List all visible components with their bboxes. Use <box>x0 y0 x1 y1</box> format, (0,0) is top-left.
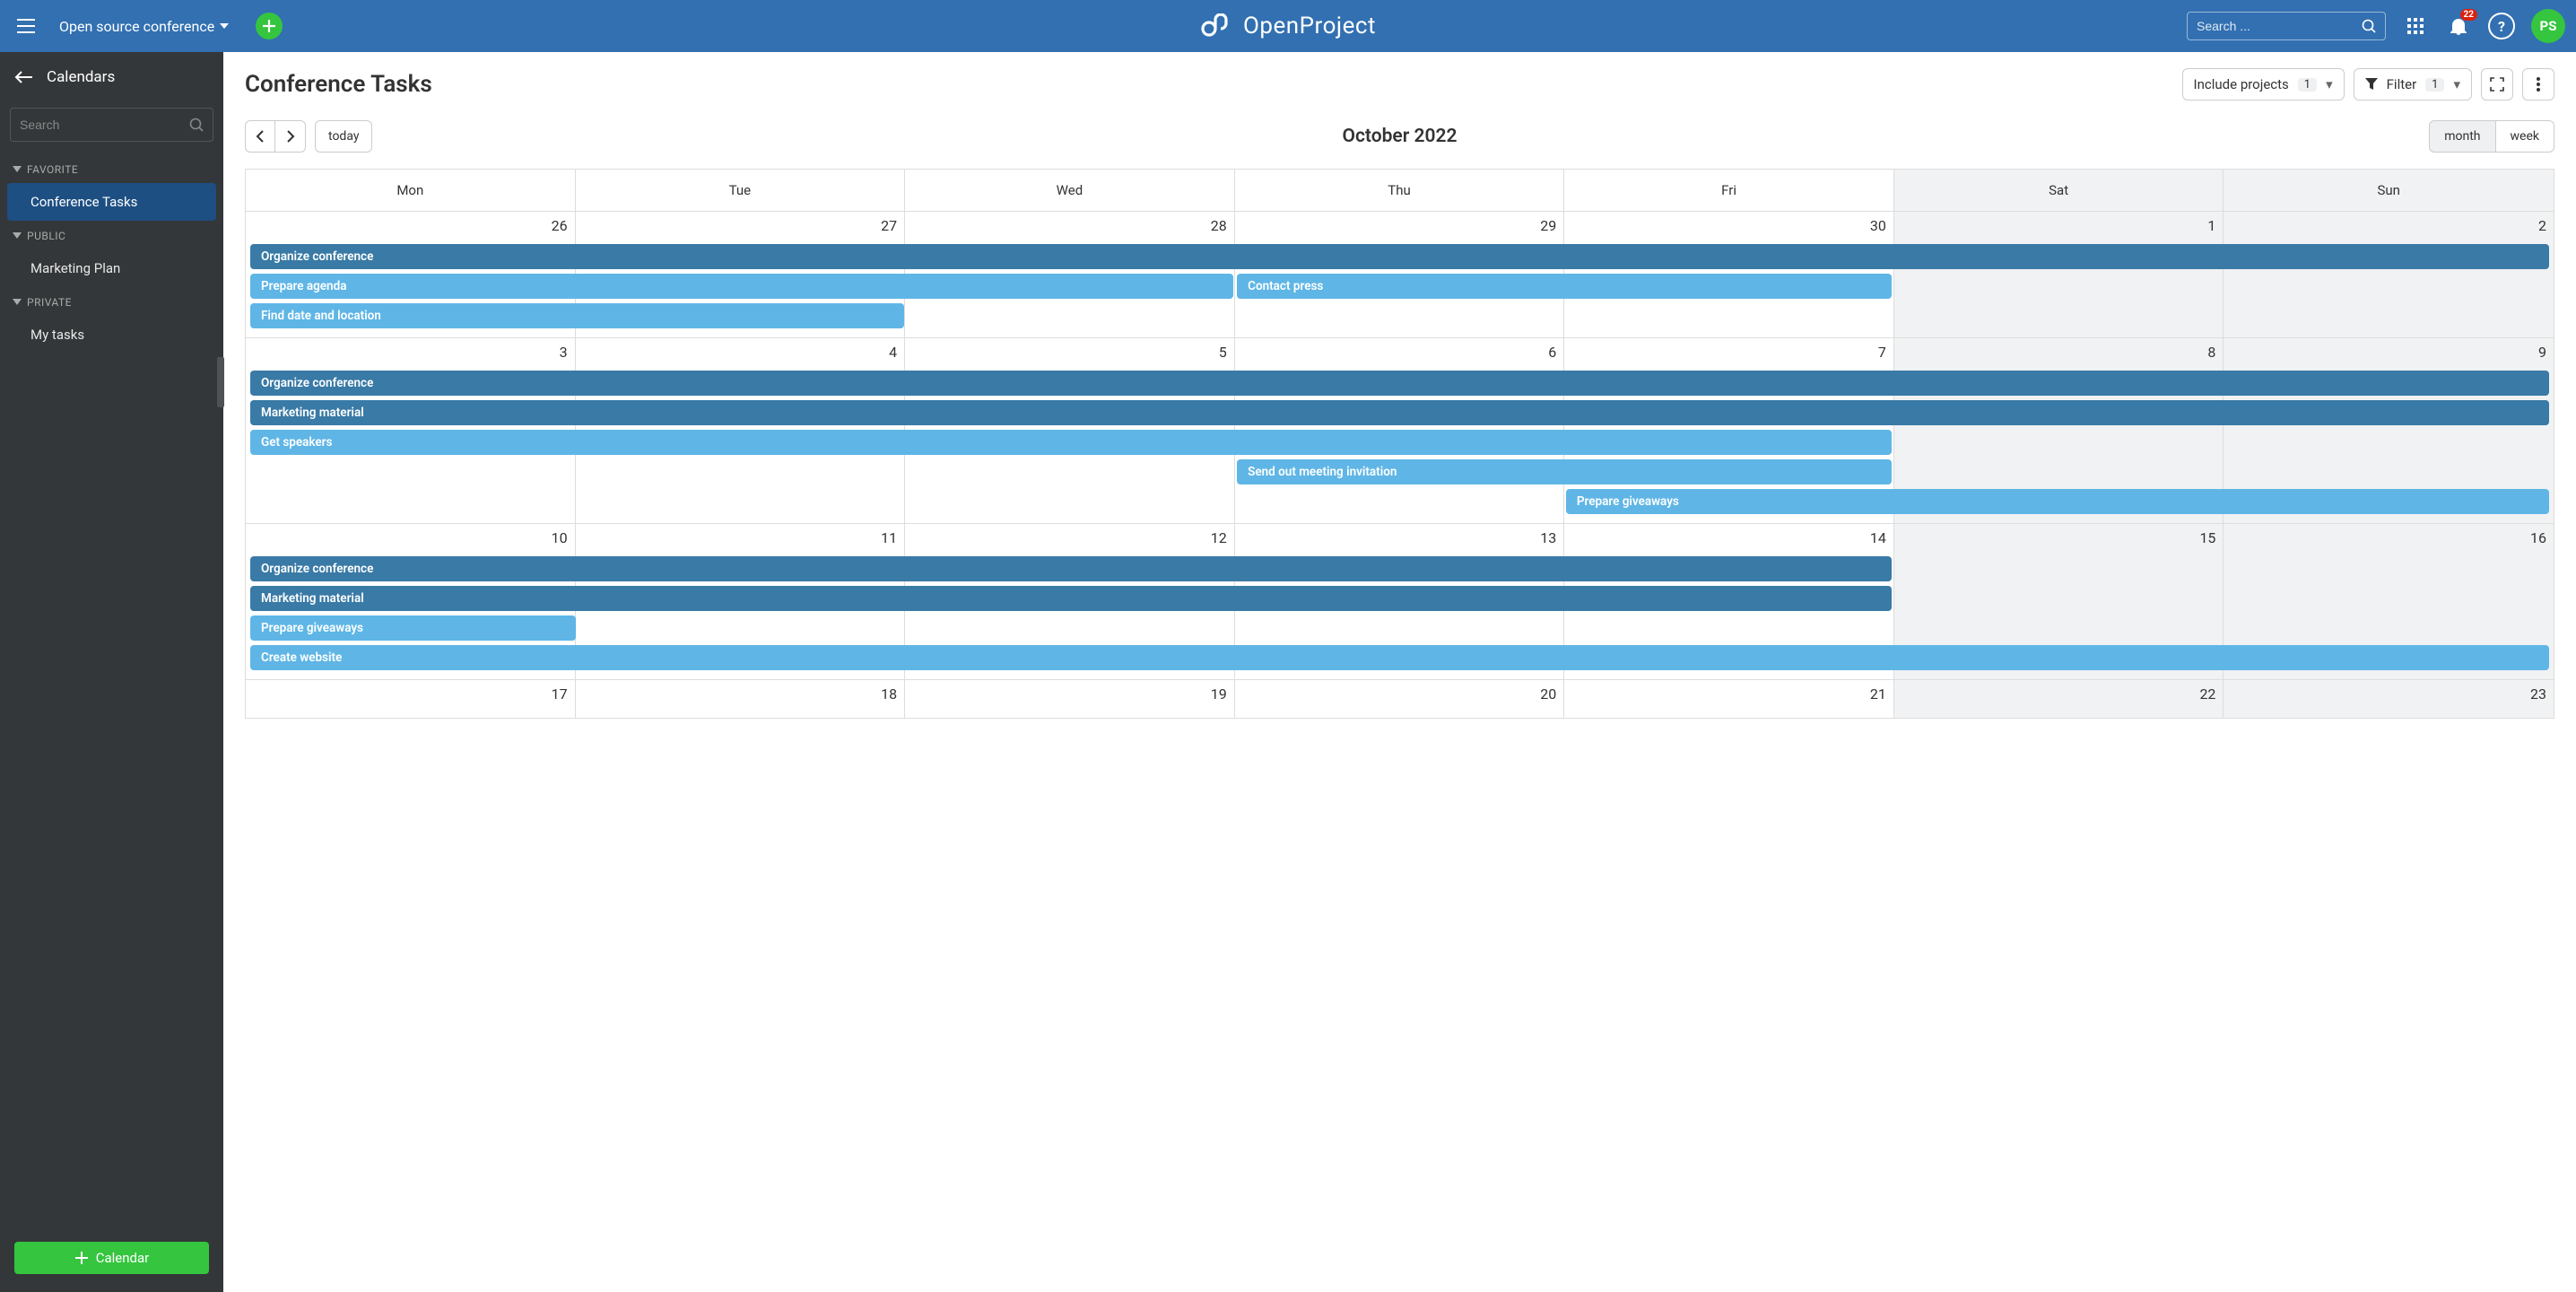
project-selector[interactable]: Open source conference <box>59 18 229 35</box>
kebab-icon <box>2537 77 2540 92</box>
menu-toggle-button[interactable] <box>11 11 41 41</box>
day-header: Sun <box>2224 170 2554 212</box>
filter-count: 1 <box>2425 78 2444 92</box>
calendar-event[interactable]: Prepare giveaways <box>250 615 576 641</box>
add-calendar-button[interactable]: Calendar <box>14 1242 209 1274</box>
global-search[interactable] <box>2187 12 2386 40</box>
prev-period-button[interactable] <box>245 120 275 153</box>
brand-text: OpenProject <box>1243 13 1376 39</box>
day-header: Thu <box>1235 170 1565 212</box>
topbar-right: 22 ? PS <box>2187 9 2565 43</box>
sidebar-section-label: FAVORITE <box>27 163 78 176</box>
sidebar-item[interactable]: My tasks <box>0 316 223 354</box>
day-header: Wed <box>905 170 1235 212</box>
content: Conference Tasks Include projects 1 ▾ Fi… <box>223 52 2576 1292</box>
sidebar-section-header[interactable]: FAVORITE <box>0 154 223 183</box>
calendar-event[interactable]: Create website <box>250 645 2549 670</box>
top-bar: Open source conference OpenProject 22 ? … <box>0 0 2576 52</box>
sidebar-section-header[interactable]: PRIVATE <box>0 287 223 316</box>
sidebar-section-label: PUBLIC <box>27 230 65 242</box>
sidebar-search[interactable] <box>10 108 213 142</box>
plus-icon <box>74 1251 89 1265</box>
notification-badge: 22 <box>2460 9 2477 21</box>
chevron-down-icon <box>13 166 22 173</box>
fullscreen-button[interactable] <box>2481 68 2513 100</box>
view-week-label: week <box>2511 129 2539 144</box>
brand: OpenProject <box>1200 13 1376 39</box>
help-icon: ? <box>2498 18 2505 35</box>
calendar-week-row: 3456789Organize conferenceMarketing mate… <box>246 338 2554 524</box>
today-button[interactable]: today <box>315 120 372 153</box>
chevron-left-icon <box>256 130 265 143</box>
calendar-week-row: 10111213141516Organize conferenceMarketi… <box>246 524 2554 680</box>
calendar-event[interactable]: Contact press <box>1237 274 1891 299</box>
chevron-right-icon <box>286 130 295 143</box>
search-icon <box>189 118 204 132</box>
chevron-down-icon: ▾ <box>2326 76 2333 92</box>
day-header: Fri <box>1564 170 1894 212</box>
apps-button[interactable] <box>2402 13 2429 39</box>
include-projects-button[interactable]: Include projects 1 ▾ <box>2182 68 2345 100</box>
help-button[interactable]: ? <box>2488 13 2515 39</box>
calendar-event[interactable]: Marketing material <box>250 586 1892 611</box>
quick-add-button[interactable] <box>256 13 283 39</box>
notifications-button[interactable]: 22 <box>2445 13 2472 39</box>
page-title: Conference Tasks <box>245 71 432 98</box>
view-week-button[interactable]: week <box>2496 120 2554 153</box>
search-icon <box>2362 19 2376 33</box>
calendar-event[interactable]: Send out meeting invitation <box>1237 459 1891 484</box>
chevron-down-icon <box>13 232 22 240</box>
add-calendar-label: Calendar <box>96 1250 150 1266</box>
calendar-event[interactable]: Prepare giveaways <box>1566 489 2549 514</box>
user-avatar[interactable]: PS <box>2531 9 2565 43</box>
filter-button[interactable]: Filter 1 ▾ <box>2354 68 2472 100</box>
more-actions-button[interactable] <box>2522 68 2554 100</box>
chevron-down-icon <box>13 299 22 306</box>
sidebar-section-header[interactable]: PUBLIC <box>0 221 223 249</box>
caret-down-icon <box>220 23 229 29</box>
calendar-event[interactable]: Organize conference <box>250 244 2549 269</box>
global-search-input[interactable] <box>2197 19 2362 33</box>
calendar-event[interactable]: Get speakers <box>250 430 1892 455</box>
day-header: Sat <box>1894 170 2224 212</box>
include-projects-label: Include projects <box>2194 76 2289 92</box>
sidebar: Calendars FAVORITE Conference Tasks PUBLIC… <box>0 52 223 1292</box>
calendar-event[interactable]: Organize conference <box>250 371 2549 396</box>
calendar-grid: MonTueWedThuFriSatSun 262728293012Organi… <box>245 169 2554 719</box>
sidebar-section-label: PRIVATE <box>27 296 72 309</box>
calendar-event[interactable]: Organize conference <box>250 556 1892 581</box>
sidebar-search-input[interactable] <box>20 118 189 132</box>
hamburger-icon <box>17 19 35 33</box>
calendar-week-row: 262728293012Organize conferencePrepare a… <box>246 212 2554 338</box>
include-projects-count: 1 <box>2298 78 2317 92</box>
sidebar-item[interactable]: Marketing Plan <box>0 249 223 287</box>
chevron-down-icon: ▾ <box>2453 76 2460 92</box>
next-period-button[interactable] <box>275 120 306 153</box>
calendar-event[interactable]: Marketing material <box>250 400 2549 425</box>
view-month-label: month <box>2444 129 2480 144</box>
sidebar-item[interactable]: Conference Tasks <box>7 183 216 221</box>
calendar-week-row: 17181920212223 <box>246 680 2554 718</box>
sidebar-resize-handle[interactable] <box>217 357 224 407</box>
calendar-event[interactable]: Prepare agenda <box>250 274 1233 299</box>
sidebar-title: Calendars <box>47 68 115 86</box>
arrow-left-icon <box>14 71 32 83</box>
calendar-title: October 2022 <box>1343 126 1458 147</box>
project-name: Open source conference <box>59 18 214 35</box>
apps-grid-icon <box>2407 18 2424 34</box>
plus-icon <box>262 19 276 33</box>
today-label: today <box>328 129 359 144</box>
brand-logo-icon <box>1200 13 1234 39</box>
back-button[interactable] <box>14 71 32 83</box>
filter-label: Filter <box>2387 76 2417 92</box>
day-header: Tue <box>576 170 906 212</box>
calendar-event[interactable]: Find date and location <box>250 303 904 328</box>
view-month-button[interactable]: month <box>2429 120 2495 153</box>
filter-icon <box>2365 78 2378 91</box>
day-header: Mon <box>246 170 576 212</box>
avatar-initials: PS <box>2540 18 2557 34</box>
expand-icon <box>2490 77 2504 92</box>
